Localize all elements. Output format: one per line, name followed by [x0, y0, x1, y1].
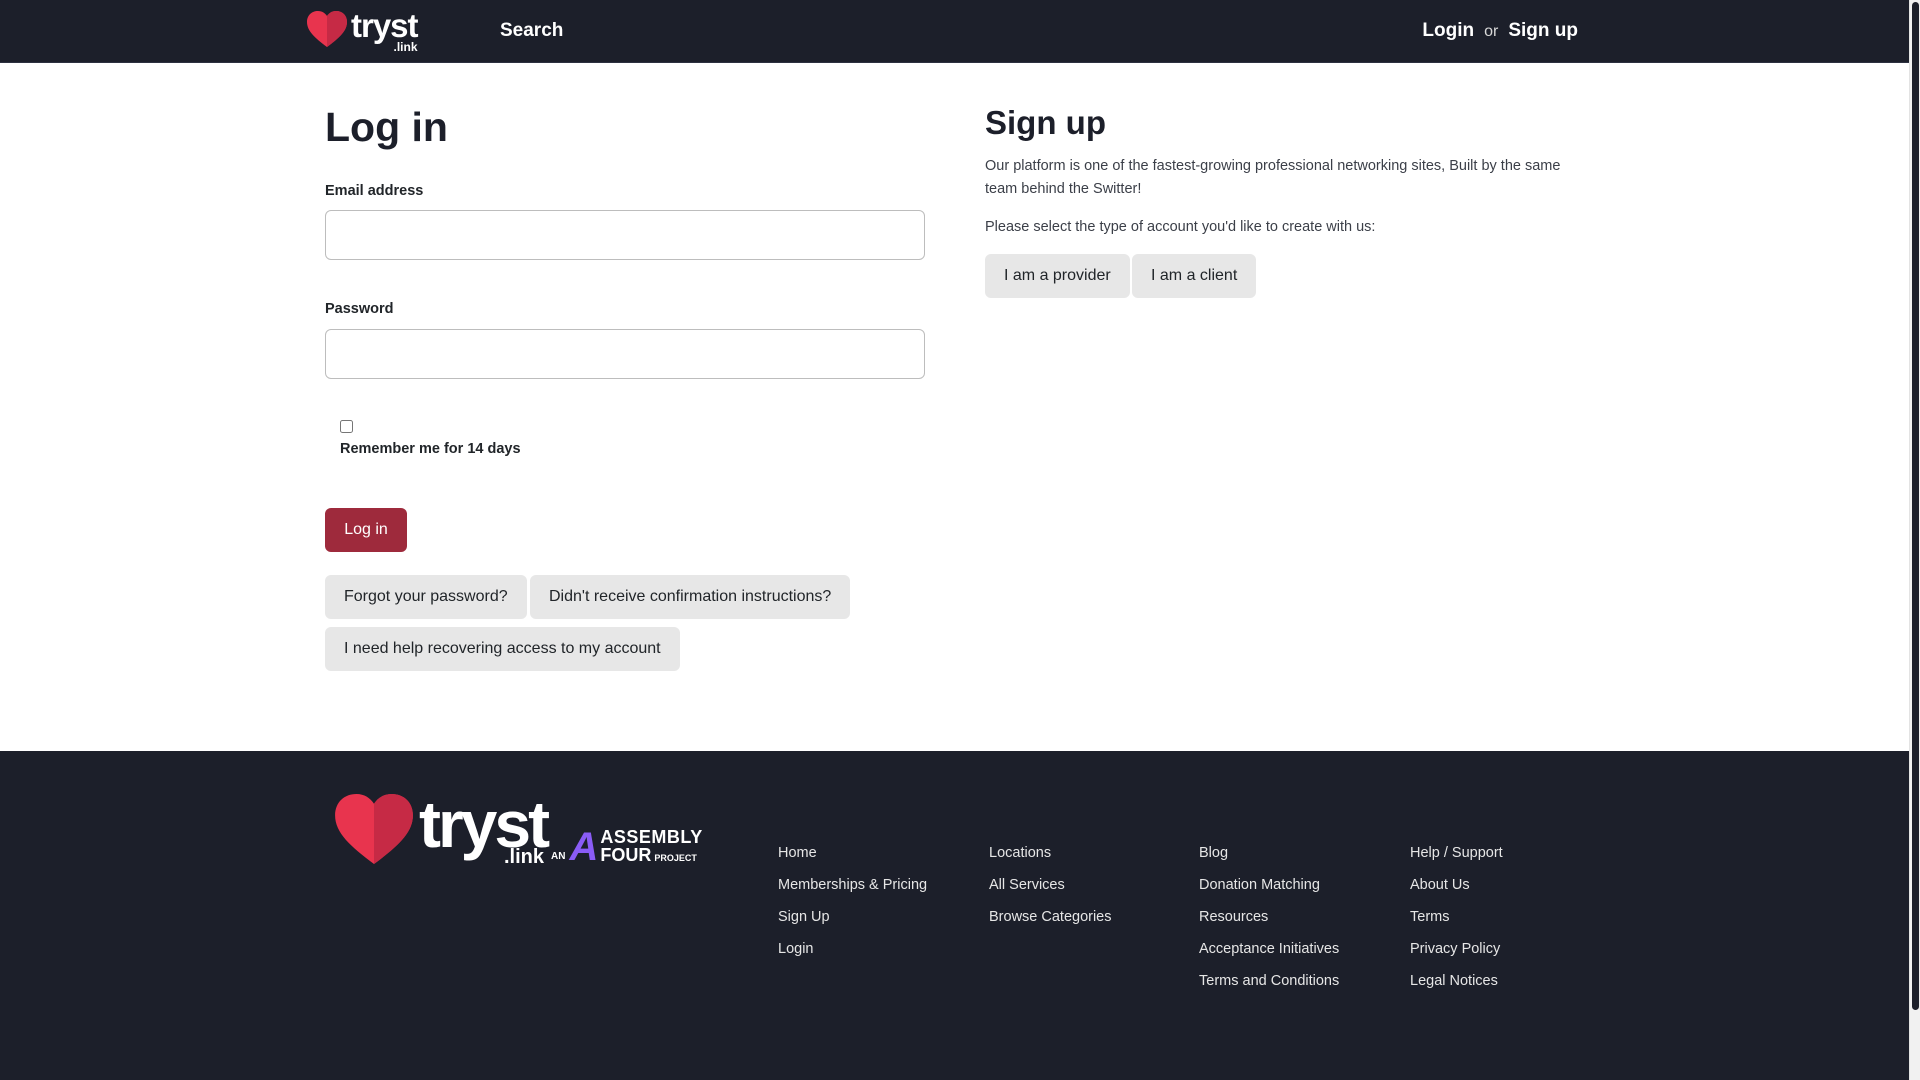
heart-icon: [307, 11, 347, 47]
provider-account-button[interactable]: I am a provider: [985, 254, 1130, 298]
footer-link-acceptance[interactable]: Acceptance Initiatives: [1199, 940, 1339, 959]
footer-link-terms[interactable]: Terms: [1410, 908, 1503, 927]
footer-link-blog[interactable]: Blog: [1199, 844, 1339, 863]
email-label: Email address: [325, 183, 424, 199]
password-label: Password: [325, 301, 394, 317]
footer-logo-suffix: .link: [503, 846, 544, 868]
tryst-logo[interactable]: tryst .link: [307, 7, 419, 54]
footer-link-signup[interactable]: Sign Up: [778, 908, 927, 927]
footer-link-all-services[interactable]: All Services: [989, 876, 1112, 895]
footer-link-about[interactable]: About Us: [1410, 876, 1503, 895]
footer-logo[interactable]: tryst .link AN A ASSEMBLY FOUR PROJECT: [335, 787, 702, 868]
footer-column-4: Help / Support About Us Terms Privacy Po…: [1410, 844, 1503, 991]
logo-word: tryst: [351, 7, 419, 44]
forgot-password-button[interactable]: Forgot your password?: [325, 575, 527, 619]
email-input[interactable]: [325, 210, 925, 260]
footer-link-legal[interactable]: Legal Notices: [1410, 972, 1503, 991]
footer-link-help[interactable]: Help / Support: [1410, 844, 1503, 863]
logo-suffix: .link: [393, 40, 418, 54]
assembly-line1: ASSEMBLY: [600, 827, 703, 847]
resend-confirmation-button[interactable]: Didn't receive confirmation instructions…: [530, 575, 851, 619]
footer-link-login[interactable]: Login: [778, 940, 927, 959]
client-account-button[interactable]: I am a client: [1132, 254, 1257, 298]
footer-link-donation-matching[interactable]: Donation Matching: [1199, 876, 1339, 895]
password-input[interactable]: [325, 329, 925, 379]
assembly-a-mark: A: [569, 825, 599, 869]
nav-login-link[interactable]: Login: [1422, 20, 1474, 42]
footer-column-3: Blog Donation Matching Resources Accepta…: [1199, 844, 1339, 991]
signup-description: Our platform is one of the fastest-growi…: [985, 158, 1561, 197]
footer-link-home[interactable]: Home: [778, 844, 927, 863]
page-scrollbar[interactable]: [1909, 0, 1920, 1080]
scrollbar-thumb[interactable]: [1912, 2, 1919, 1010]
signup-heading: Sign up: [985, 104, 1106, 141]
heart-icon: [335, 794, 413, 865]
footer-link-browse-categories[interactable]: Browse Categories: [989, 908, 1112, 927]
login-submit-button[interactable]: Log in: [325, 508, 407, 552]
remember-me-label[interactable]: Remember me for 14 days: [340, 441, 521, 457]
footer-link-locations[interactable]: Locations: [989, 844, 1112, 863]
assembly-line2: FOUR: [600, 845, 652, 865]
login-heading: Log in: [325, 104, 448, 150]
footer-link-memberships[interactable]: Memberships & Pricing: [778, 876, 927, 895]
top-navbar: tryst .link Search Login or Sign up: [0, 0, 1909, 63]
or-separator: or: [1484, 23, 1499, 40]
nav-signup-link[interactable]: Sign up: [1508, 20, 1578, 42]
footer-column-2: Locations All Services Browse Categories: [989, 844, 1112, 927]
footer-logo-word: tryst: [419, 787, 550, 861]
footer-link-privacy[interactable]: Privacy Policy: [1410, 940, 1503, 959]
remember-me-checkbox[interactable]: [340, 420, 353, 433]
footer-link-terms-conditions[interactable]: Terms and Conditions: [1199, 972, 1339, 991]
site-footer: tryst .link AN A ASSEMBLY FOUR PROJECT Ho…: [0, 751, 1909, 1080]
nav-search-link[interactable]: Search: [500, 20, 563, 42]
footer-link-resources[interactable]: Resources: [1199, 908, 1339, 927]
auth-links: Login or Sign up: [1422, 20, 1578, 42]
assembly-project: PROJECT: [654, 853, 697, 863]
assembly-an: AN: [551, 851, 566, 862]
recover-access-button[interactable]: I need help recovering access to my acco…: [325, 627, 680, 671]
footer-column-1: Home Memberships & Pricing Sign Up Login: [778, 844, 927, 959]
signup-prompt: Please select the type of account you'd …: [985, 219, 1376, 235]
assembly-four-logo: AN A ASSEMBLY FOUR PROJECT: [551, 825, 703, 869]
